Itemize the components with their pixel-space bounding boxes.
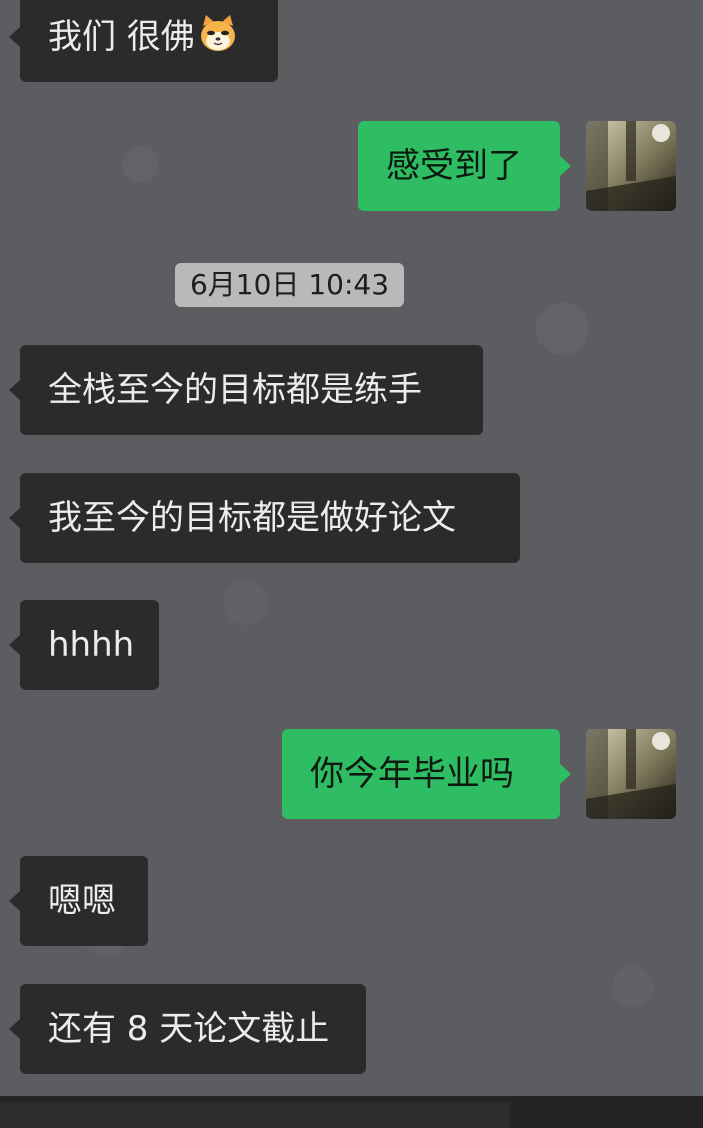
input-bar-segment bbox=[0, 1102, 510, 1128]
message-text: 嗯嗯 bbox=[48, 881, 116, 921]
message-text: 我至今的目标都是做好论文 bbox=[48, 498, 456, 538]
message-text: hhhh bbox=[48, 625, 135, 665]
chat-area: 我们 很佛 感受到了 6月10日 10:43 全栈至今的目标都是练手 我至今的目… bbox=[0, 0, 703, 1096]
message-bubble-incoming[interactable]: hhhh bbox=[9, 600, 159, 690]
message-bubble-incoming[interactable]: 嗯嗯 bbox=[9, 856, 148, 946]
user-avatar[interactable] bbox=[586, 729, 676, 819]
avatar-photo-icon bbox=[586, 729, 676, 819]
doge-cat-emoji-icon bbox=[197, 0, 239, 51]
chat-timestamp: 6月10日 10:43 bbox=[175, 263, 404, 307]
input-bar[interactable] bbox=[0, 1096, 703, 1128]
message-bubble-incoming[interactable]: 我们 很佛 bbox=[9, 0, 278, 82]
avatar-photo-icon bbox=[586, 121, 676, 211]
message-bubble-outgoing[interactable]: 感受到了 bbox=[358, 121, 571, 211]
message-text: 感受到了 bbox=[386, 146, 522, 186]
message-bubble-incoming[interactable]: 全栈至今的目标都是练手 bbox=[9, 345, 483, 435]
message-text: 我们 很佛 bbox=[48, 17, 195, 57]
message-text: 你今年毕业吗 bbox=[310, 754, 514, 794]
message-text: 全栈至今的目标都是练手 bbox=[48, 370, 422, 410]
message-bubble-incoming[interactable]: 我至今的目标都是做好论文 bbox=[9, 473, 520, 563]
message-bubble-incoming[interactable]: 还有 8 天论文截止 bbox=[9, 984, 366, 1074]
message-bubble-outgoing[interactable]: 你今年毕业吗 bbox=[282, 729, 571, 819]
user-avatar[interactable] bbox=[586, 121, 676, 211]
message-text: 还有 8 天论文截止 bbox=[48, 1009, 330, 1049]
